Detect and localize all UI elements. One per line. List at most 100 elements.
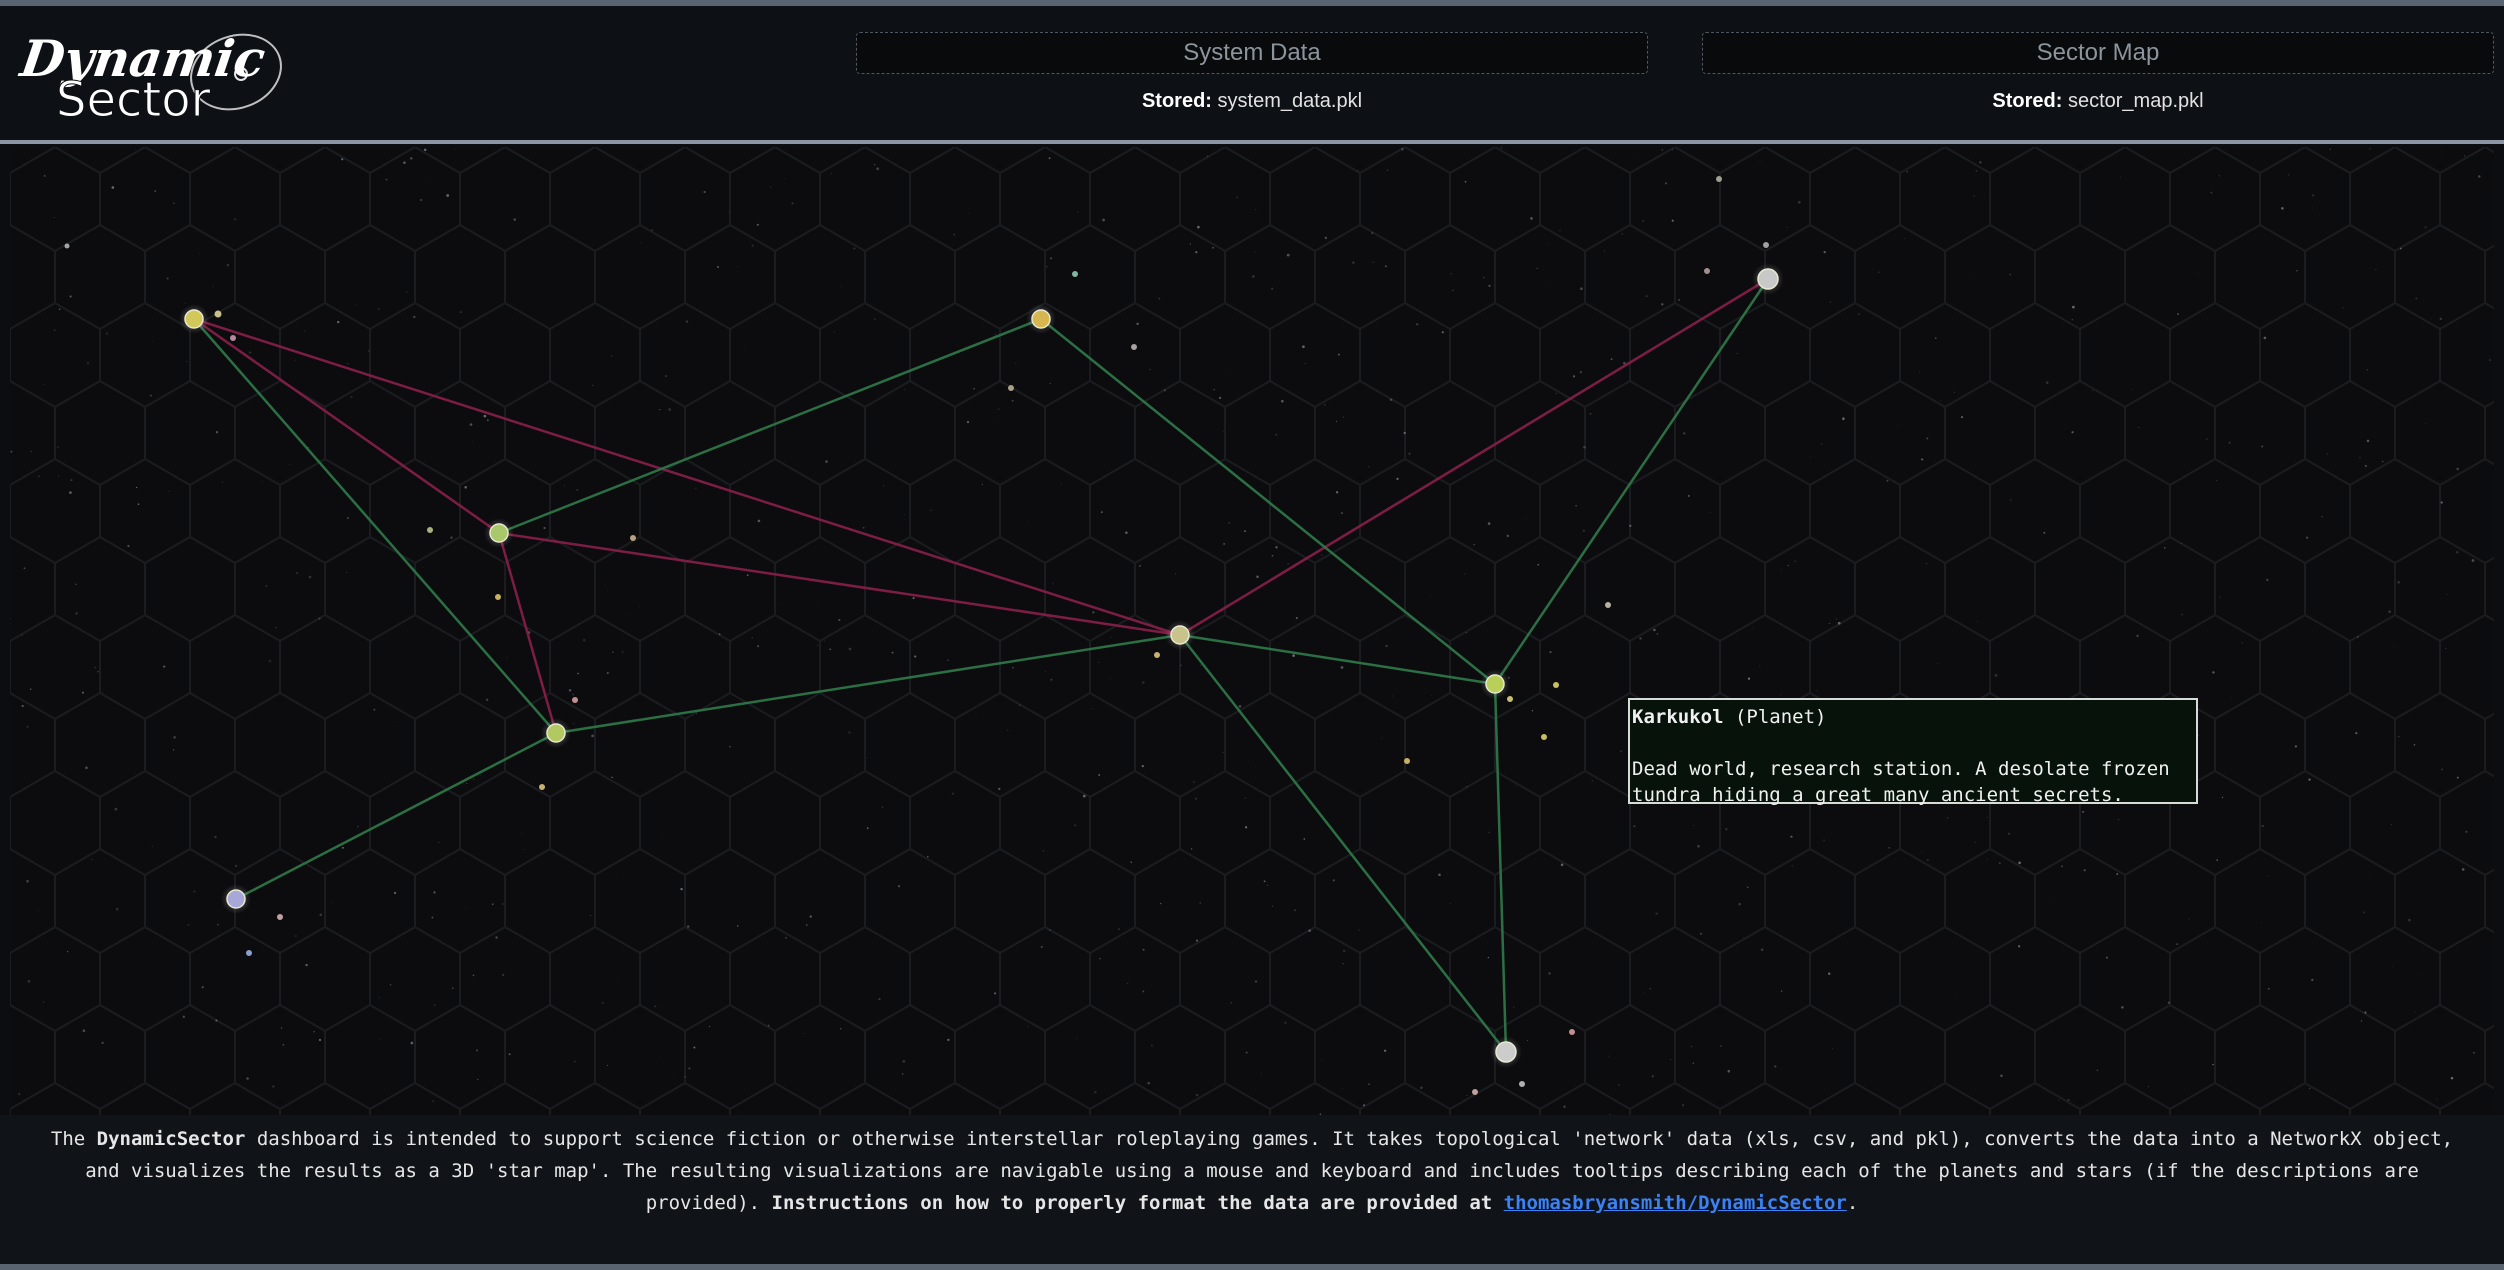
star-node[interactable] xyxy=(1490,1036,1522,1068)
planet-marker[interactable] xyxy=(1507,696,1513,702)
background-star xyxy=(1271,905,1273,907)
star-node[interactable] xyxy=(541,718,571,748)
background-star xyxy=(1082,794,1086,798)
background-star xyxy=(502,973,505,977)
background-star xyxy=(275,626,277,629)
background-star xyxy=(1429,594,1431,596)
star-circle[interactable] xyxy=(184,309,204,329)
background-star xyxy=(601,1001,604,1004)
background-star xyxy=(295,359,296,361)
background-star xyxy=(2287,174,2290,176)
background-star xyxy=(1255,209,1257,211)
planet-marker[interactable] xyxy=(1404,758,1410,764)
planet-marker[interactable] xyxy=(1072,271,1078,277)
planet-marker[interactable] xyxy=(1605,602,1611,608)
star-circle[interactable] xyxy=(1757,268,1779,290)
background-star xyxy=(1548,242,1550,244)
background-star xyxy=(2138,426,2140,428)
background-star xyxy=(1974,841,1976,844)
background-star xyxy=(853,247,856,250)
background-star xyxy=(2216,479,2218,482)
background-star xyxy=(1277,380,1278,381)
planet-marker[interactable] xyxy=(630,535,636,541)
background-star xyxy=(777,603,779,605)
star-node[interactable] xyxy=(221,884,251,914)
background-star xyxy=(1607,1055,1609,1057)
star-circle[interactable] xyxy=(226,889,246,909)
planet-marker[interactable] xyxy=(246,950,252,956)
background-star xyxy=(1228,522,1230,524)
background-star xyxy=(1621,233,1624,235)
planet-marker[interactable] xyxy=(64,243,70,249)
planet-marker[interactable] xyxy=(1704,268,1710,274)
planet-marker[interactable] xyxy=(427,527,433,533)
background-star xyxy=(973,388,975,390)
planet-marker[interactable] xyxy=(277,914,283,920)
star-circle[interactable] xyxy=(1495,1041,1517,1063)
background-star xyxy=(1304,362,1306,364)
hex-grid xyxy=(10,147,2494,1115)
background-star xyxy=(1193,781,1195,783)
background-star xyxy=(2471,559,2475,562)
background-star xyxy=(660,1055,662,1057)
star-node[interactable] xyxy=(1752,263,1784,295)
planet-marker[interactable] xyxy=(1519,1081,1525,1087)
background-star xyxy=(1651,1075,1654,1078)
star-circle[interactable] xyxy=(489,523,509,543)
planet-marker[interactable] xyxy=(495,594,501,600)
github-link[interactable]: thomasbryansmith/DynamicSector xyxy=(1504,1192,1847,1214)
background-star xyxy=(1832,1048,1834,1050)
star-node[interactable] xyxy=(1480,669,1510,699)
star-node[interactable] xyxy=(1165,620,1195,650)
planet-marker[interactable] xyxy=(214,310,222,318)
star-map[interactable]: Karkukol (Planet) Dead world, research s… xyxy=(10,147,2494,1115)
background-star xyxy=(803,1032,805,1035)
planet-marker[interactable] xyxy=(1716,176,1722,182)
star-circle[interactable] xyxy=(1485,674,1505,694)
planet-marker[interactable] xyxy=(1763,242,1769,248)
planet-marker[interactable] xyxy=(230,335,236,341)
background-star xyxy=(785,936,787,939)
system-data-upload[interactable]: System Data xyxy=(856,32,1648,74)
background-star xyxy=(1888,847,1890,849)
planet-marker[interactable] xyxy=(1131,344,1137,350)
background-star xyxy=(2072,305,2075,309)
background-star xyxy=(395,725,397,727)
background-star xyxy=(1635,154,1636,155)
background-star xyxy=(58,475,60,477)
background-star xyxy=(378,1038,380,1040)
planet-marker[interactable] xyxy=(1154,652,1160,658)
background-star xyxy=(1555,392,1557,395)
background-star xyxy=(1236,196,1238,199)
planet-marker[interactable] xyxy=(572,697,578,703)
planet-marker[interactable] xyxy=(539,784,545,790)
star-node[interactable] xyxy=(1026,304,1056,334)
star-circle[interactable] xyxy=(1170,625,1190,645)
background-star xyxy=(1207,155,1209,157)
planet-marker[interactable] xyxy=(1008,385,1014,391)
planet-marker[interactable] xyxy=(1472,1089,1478,1095)
background-star xyxy=(1341,1088,1343,1090)
background-star xyxy=(1303,838,1306,840)
background-star xyxy=(1683,432,1686,435)
planet-marker[interactable] xyxy=(1553,682,1559,688)
background-star xyxy=(1074,824,1077,827)
background-star xyxy=(784,177,786,179)
star-node[interactable] xyxy=(484,518,514,548)
background-star xyxy=(756,223,759,226)
background-star xyxy=(42,384,44,385)
footer-brand: DynamicSector xyxy=(96,1128,246,1150)
planet-marker[interactable] xyxy=(1541,734,1547,740)
background-star xyxy=(1044,670,1047,672)
background-star xyxy=(303,330,306,332)
background-star xyxy=(1724,827,1728,831)
background-star xyxy=(914,655,917,658)
star-map-canvas[interactable] xyxy=(10,147,2494,1115)
star-circle[interactable] xyxy=(546,723,566,743)
planet-marker[interactable] xyxy=(1569,1029,1575,1035)
background-star xyxy=(590,914,591,916)
star-node[interactable] xyxy=(179,304,209,334)
star-circle[interactable] xyxy=(1031,309,1051,329)
sector-map-upload[interactable]: Sector Map xyxy=(1702,32,2494,74)
background-star xyxy=(1396,477,1399,481)
